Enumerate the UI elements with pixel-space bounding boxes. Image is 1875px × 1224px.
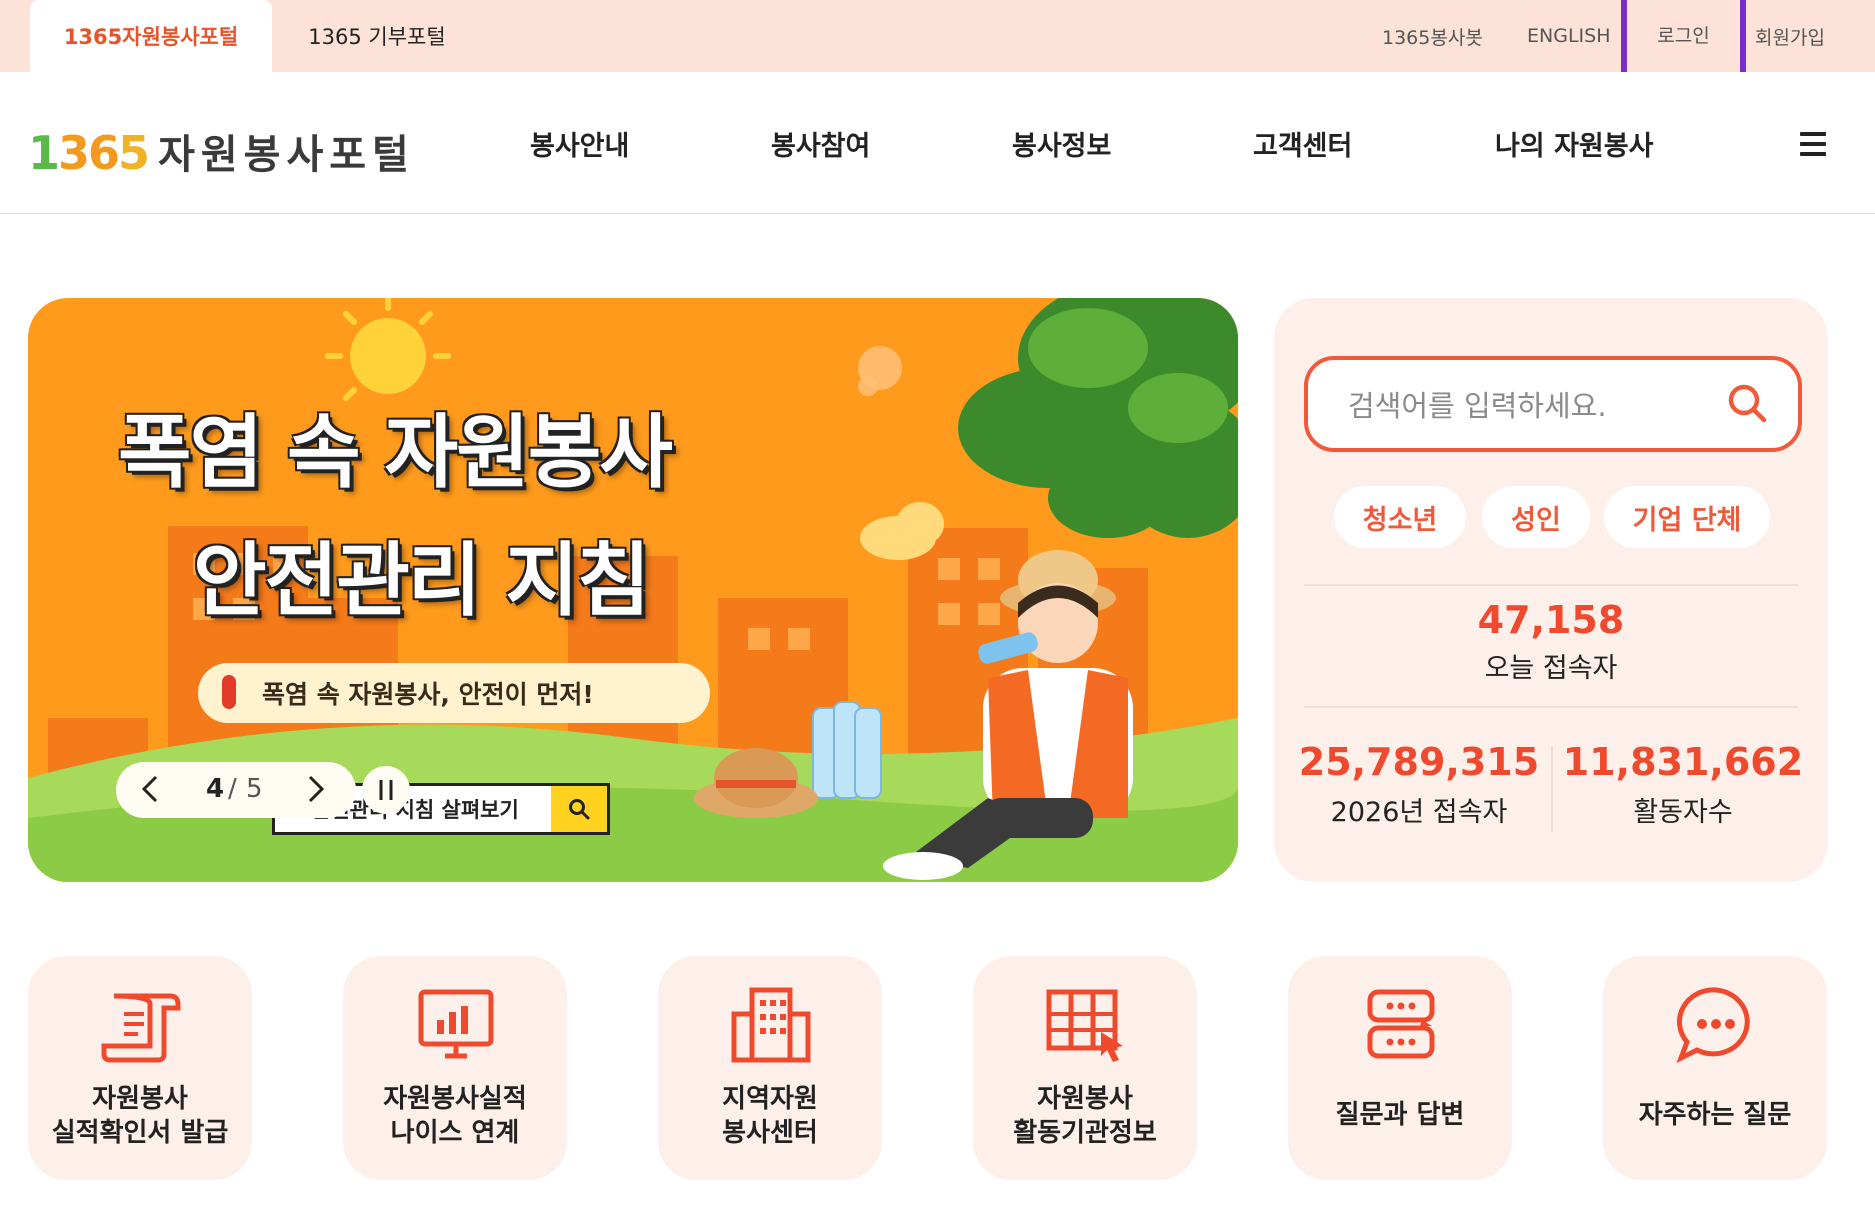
nav-participate[interactable]: 봉사참여: [771, 124, 870, 163]
quick-neis-link[interactable]: 자원봉사실적 나이스 연계: [343, 956, 567, 1180]
pause-icon[interactable]: [362, 766, 410, 814]
slide-current: 4: [206, 774, 225, 804]
stat-today-value: 47,158: [1477, 598, 1625, 642]
quick-label-line1: 자원봉사실적: [383, 1084, 527, 1114]
nav-customer-center[interactable]: 고객센터: [1253, 124, 1352, 163]
site-logo[interactable]: 1 3 6 5 자원봉사포털: [28, 110, 415, 180]
quick-label-line2: 봉사센터: [722, 1118, 818, 1148]
quick-label-line1: 자원봉사: [92, 1084, 188, 1114]
stat-today-label: 오늘 접속자: [1484, 653, 1618, 684]
quick-qna[interactable]: 질문과 답변: [1288, 956, 1512, 1180]
quick-regional-center[interactable]: 지역자원 봉사센터: [658, 956, 882, 1180]
nav-my-volunteer[interactable]: 나의 자원봉사: [1495, 124, 1653, 163]
logo-text: 자원봉사포털: [158, 132, 415, 178]
logo-digit: 3: [58, 126, 90, 180]
side-panel: 검색어를 입력하세요. 청소년 성인 기업 단체 47,158 오늘 접속자 2…: [1274, 298, 1828, 882]
slide-separator: /: [228, 774, 237, 804]
quick-organization-info[interactable]: 자원봉사 활동기관정보: [973, 956, 1197, 1180]
divider: [1304, 584, 1798, 586]
link-english[interactable]: ENGLISH: [1527, 0, 1610, 72]
divider: [1551, 746, 1553, 832]
site-header: 1 3 6 5 자원봉사포털 봉사안내 봉사참여 봉사정보 고객센터 나의 자원…: [0, 72, 1875, 214]
main-banner[interactable]: 폭염 속 자원봉사 안전관리 지침 폭염 속 자원봉사, 안전이 먼저! 안전관…: [28, 298, 1238, 882]
tab-donation-portal[interactable]: 1365 기부포털: [272, 0, 482, 72]
tab-volunteer-portal[interactable]: 1365자원봉사포털: [30, 0, 272, 72]
quick-label-line1: 자주하는 질문: [1638, 1100, 1792, 1130]
stat-active-value: 11,831,662: [1562, 740, 1804, 784]
quick-faq[interactable]: 자주하는 질문: [1603, 956, 1827, 1180]
search-input[interactable]: 검색어를 입력하세요.: [1304, 356, 1802, 452]
quick-label-line2: 활동기관정보: [1013, 1118, 1157, 1148]
search-icon[interactable]: [1726, 382, 1768, 424]
chip-corporate[interactable]: 기업 단체: [1604, 486, 1770, 548]
quick-label-line2: 나이스 연계: [390, 1118, 520, 1148]
chat-bubbles-icon: [1367, 989, 1435, 1059]
logo-digit: 5: [118, 126, 150, 180]
speech-bubble-dots-icon: [1676, 987, 1750, 1064]
quick-label-line1: 질문과 답변: [1335, 1100, 1465, 1130]
slide-total: 5: [246, 774, 263, 804]
quick-label-line1: 자원봉사: [1037, 1084, 1133, 1114]
thermometer-icon: [222, 675, 236, 709]
building-icon: [731, 987, 811, 1063]
nav-info[interactable]: 봉사정보: [1012, 124, 1111, 163]
stat-year-value: 25,789,315: [1298, 740, 1540, 784]
banner-title-line1: 폭염 속 자원봉사: [118, 406, 673, 499]
next-slide-icon[interactable]: [304, 772, 328, 813]
stat-active-label: 활동자수: [1633, 797, 1733, 828]
link-volunteer-bot[interactable]: 1365봉사봇: [1382, 0, 1483, 72]
logo-digit: 6: [88, 126, 120, 180]
scroll-document-icon: [101, 993, 181, 1063]
search-icon: [551, 786, 607, 832]
stat-year-label: 2026년 접속자: [1330, 797, 1508, 828]
prev-slide-icon[interactable]: [138, 772, 162, 813]
nav-guide[interactable]: 봉사안내: [530, 124, 629, 163]
hamburger-menu-icon[interactable]: [1800, 132, 1826, 156]
banner-subtitle-text: 폭염 속 자원봉사, 안전이 먼저!: [262, 680, 594, 709]
link-join[interactable]: 회원가입: [1755, 0, 1825, 72]
monitor-chart-icon: [418, 989, 494, 1059]
chip-adult[interactable]: 성인: [1482, 486, 1590, 548]
quick-certificate[interactable]: 자원봉사 실적확인서 발급: [28, 956, 252, 1180]
logo-digit: 1: [28, 126, 60, 180]
quick-label-line1: 지역자원: [722, 1084, 818, 1114]
quick-label-line2: 실적확인서 발급: [51, 1118, 229, 1148]
slider-controls: 4 / 5: [116, 762, 356, 818]
banner-subtitle: 폭염 속 자원봉사, 안전이 먼저!: [198, 663, 710, 723]
search-placeholder: 검색어를 입력하세요.: [1348, 389, 1607, 423]
chip-youth[interactable]: 청소년: [1334, 486, 1466, 548]
divider: [1304, 706, 1798, 708]
top-utility-bar: 1365자원봉사포털 1365 기부포털 1365봉사봇 ENGLISH 회원가…: [0, 0, 1875, 72]
org-board-click-icon: [1046, 989, 1123, 1062]
banner-title-line2: 안전관리 지침: [193, 534, 650, 627]
